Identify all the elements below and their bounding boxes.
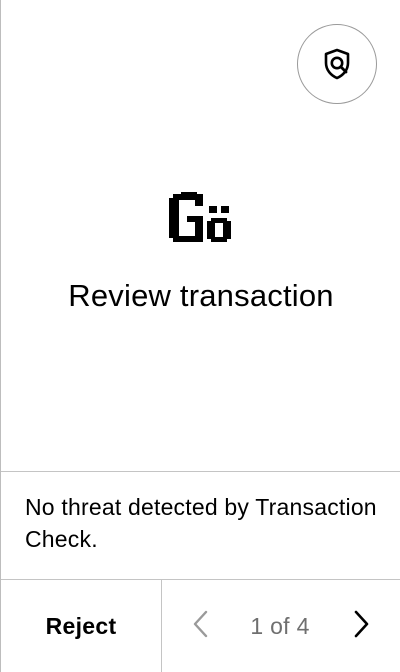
next-page-button[interactable]: [345, 606, 377, 646]
divider: [1, 471, 400, 472]
review-transaction-screen: Review transaction No threat detected by…: [0, 0, 400, 672]
footer-divider: [161, 580, 162, 672]
threat-status-message: No threat detected by Transaction Check.: [25, 494, 377, 552]
app-logo: [169, 188, 235, 250]
chevron-left-icon: [191, 609, 211, 644]
chevron-right-icon: [351, 609, 371, 644]
transaction-check-button[interactable]: [297, 24, 377, 104]
shield-search-icon: [320, 47, 354, 81]
previous-page-button[interactable]: [185, 606, 217, 646]
page-indicator: 1 of 4: [250, 612, 310, 639]
page-title: Review transaction: [68, 278, 334, 313]
footer-action-bar: Reject 1 of 4: [1, 580, 400, 672]
reject-button[interactable]: Reject: [1, 580, 161, 672]
